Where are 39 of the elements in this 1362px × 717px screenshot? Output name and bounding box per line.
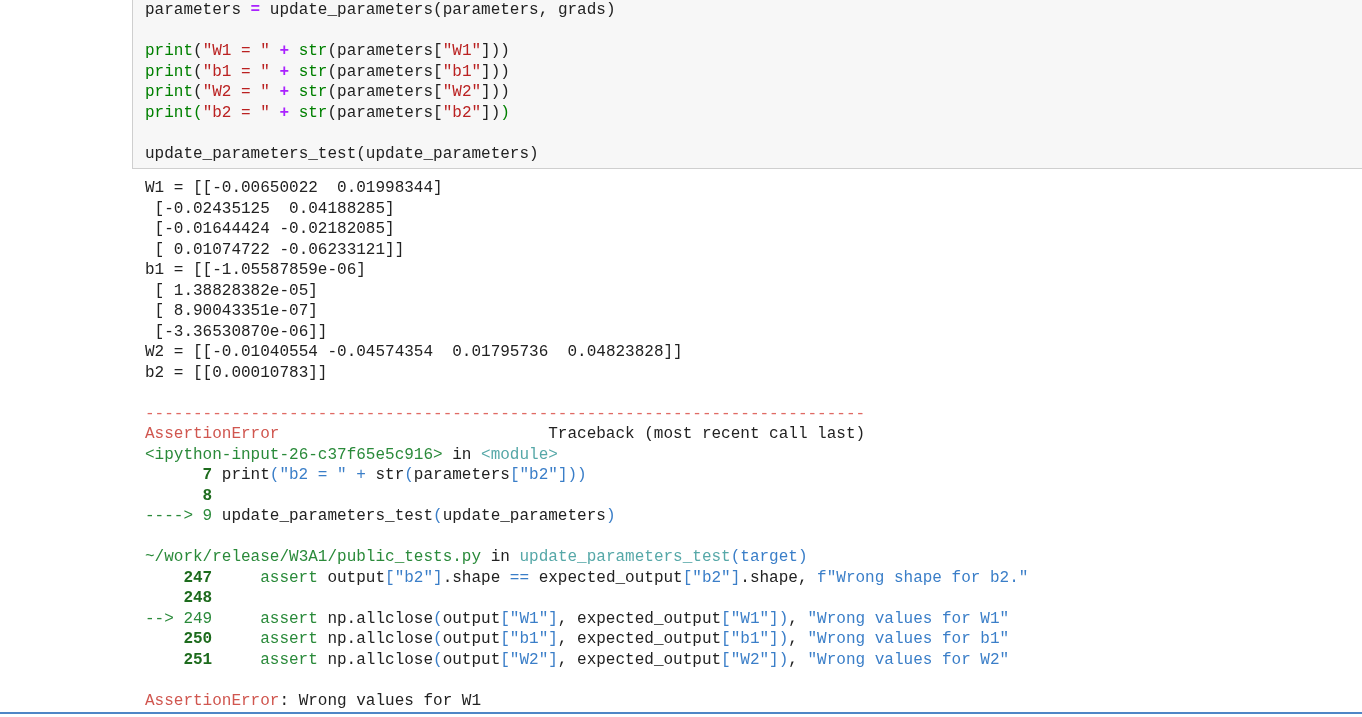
code-cell[interactable] xyxy=(132,0,1362,169)
code-line: update_parameters_test(update_parameters) xyxy=(221,506,616,527)
output-line: AssertionError: Wrong values for W1 xyxy=(145,690,482,711)
arrow-marker: --> xyxy=(145,608,174,629)
code-line: print("W1 = " + str(parameters["W1"])) xyxy=(145,41,510,62)
line-number: 7 xyxy=(202,465,213,486)
code-line: assert np.allclose(output["W1"], expected_output["W1"]), "Wrong values for W1" xyxy=(259,608,1010,629)
output-line: [ 0.01074722 -0.06233121]] xyxy=(153,239,405,260)
line-number: 248 xyxy=(183,588,213,609)
line-number: 9 xyxy=(202,506,213,527)
line-number: 250 xyxy=(183,629,213,650)
output-line: ~/work/release/W3A1/public_tests.py in update_parameters_test(target) xyxy=(145,547,808,568)
code-line: assert np.allclose(output["b1"], expected_output["b1"]), "Wrong values for b1" xyxy=(259,629,1010,650)
code-line: assert np.allclose(output["W2"], expected_output["W2"]), "Wrong values for W2" xyxy=(259,649,1010,670)
output-line: <ipython-input-26-c37f65e5c916> in <module> xyxy=(145,444,558,465)
traceback-header: Traceback (most recent call last) xyxy=(548,424,866,445)
line-number: 247 xyxy=(183,567,213,588)
output-line: [ 8.90043351e-07] xyxy=(153,301,318,322)
code-line: print("W2 = " + str(parameters["W2"])) xyxy=(145,82,510,103)
output-line: [-3.36530870e-06]] xyxy=(153,321,328,342)
output-line: b2 = [[0.00010783]] xyxy=(145,362,328,383)
output-line: [ 1.38828382e-05] xyxy=(153,280,318,301)
code-line: update_parameters_test(update_parameters) xyxy=(145,143,539,164)
error-name: AssertionError xyxy=(145,424,280,445)
output-line: [-0.02435125 0.04188285] xyxy=(153,198,395,219)
arrow-marker: ----> xyxy=(145,506,193,527)
output-line: W2 = [[-0.01040554 -0.04574354 0.01795736 0.04823828]] xyxy=(145,342,683,363)
output-line: [-0.01644424 -0.02182085] xyxy=(153,219,395,240)
dashed-rule: --------------------------------------------------------------------------- xyxy=(145,403,866,424)
code-line: assert output["b2"].shape == expected_output["b2"].shape, f"Wrong shape for b2." xyxy=(259,567,1029,588)
line-number: 8 xyxy=(202,485,213,506)
output-line: W1 = [[-0.00650022 0.01998344] xyxy=(145,178,443,199)
code-line: print("b2 = " + str(parameters["b2"])) xyxy=(221,465,587,486)
code-line: print("b1 = " + str(parameters["b1"])) xyxy=(145,61,510,82)
line-number: 249 xyxy=(183,608,213,629)
line-number: 251 xyxy=(183,649,213,670)
output-line: b1 = [[-1.05587859e-06] xyxy=(145,260,366,281)
code-line: print("b2 = " + str(parameters["b2"])) xyxy=(145,102,510,123)
code-line: parameters = update_parameters(parameters, grads) xyxy=(145,0,616,21)
